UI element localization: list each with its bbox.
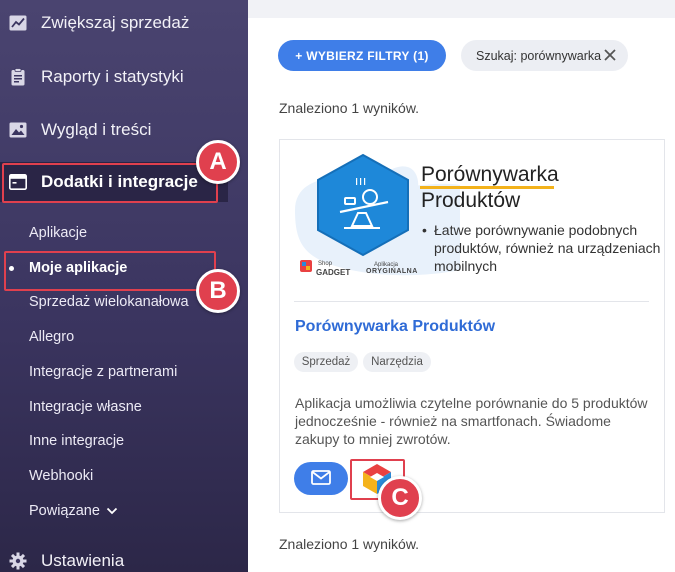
sidebar-item-label: Dodatki i integracje: [41, 172, 198, 191]
close-icon[interactable]: [604, 46, 616, 66]
active-bullet: [9, 265, 14, 271]
sidebar-item-raporty[interactable]: Raporty i statystyki: [0, 57, 248, 97]
banner-title-line1: Porównywarka: [421, 163, 559, 186]
bullet-dot: •: [422, 222, 427, 238]
results-count: Znaleziono 1 wyników.: [279, 100, 420, 116]
sidebar-subitem-webhooki[interactable]: Webhooki: [0, 461, 248, 491]
clipboard-icon: [8, 67, 28, 87]
sidebar-subitem-aplikacje[interactable]: Aplikacje: [0, 218, 248, 248]
envelope-icon: [311, 469, 331, 488]
annotation-badge-c: C: [378, 476, 422, 520]
app-description: Aplikacja umożliwia czytelne porównanie …: [295, 395, 648, 447]
gear-icon: [8, 551, 28, 571]
sidebar-item-label: Wygląd i treści: [41, 120, 152, 139]
app-title[interactable]: Porównywarka Produktów: [295, 318, 495, 336]
card-divider: [294, 301, 649, 302]
sidebar-subitem-label: Aplikacje: [29, 225, 88, 241]
sidebar-subitem-label: Integracje własne: [29, 399, 142, 415]
sidebar-subitem-integracje-partnerami[interactable]: Integracje z partnerami: [0, 357, 248, 387]
banner-bullet-text: Łatwe porównywanie podobnych produktów, …: [434, 222, 661, 274]
sidebar-subitem-powiazane[interactable]: Powiązane: [0, 496, 248, 526]
window-icon: [8, 172, 28, 192]
banner-bullet: • Łatwe porównywanie podobnych produktów…: [422, 221, 662, 275]
annotation-badge-a: A: [196, 140, 240, 184]
banner-badge: ORYGINALNA: [366, 268, 418, 275]
banner-brand-small: Shop: [318, 261, 333, 267]
tag-narzedzia: Narzędzia: [363, 352, 431, 372]
sidebar-item-label: Zwiększaj sprzedaż: [41, 13, 190, 32]
sidebar-subitem-label: Allegro: [29, 329, 75, 345]
search-chip-label: Szukaj: porównywarka: [476, 48, 602, 63]
chart-line-icon: [8, 13, 28, 33]
sidebar-subitem-label: Moje aplikacje: [29, 260, 128, 276]
sidebar-subitem-label: Inne integracje: [29, 433, 125, 449]
sidebar-subitem-allegro[interactable]: Allegro: [0, 322, 248, 352]
banner-brand: GADGET: [316, 268, 351, 277]
sidebar-subitem-label: Powiązane: [29, 503, 100, 519]
sidebar-item-label: Ustawienia: [41, 551, 125, 570]
sidebar-subitem-integracje-wlasne[interactable]: Integracje własne: [0, 392, 248, 422]
annotation-badge-b: B: [196, 269, 240, 313]
sidebar-subitem-inne-integracje[interactable]: Inne integracje: [0, 426, 248, 456]
choose-filters-button[interactable]: + WYBIERZ FILTRY (1): [278, 40, 446, 71]
chevron-down-icon: [106, 504, 118, 518]
tag-sprzedaz: Sprzedaż: [294, 352, 358, 372]
sidebar-item-label: Raporty i statystyki: [41, 67, 184, 86]
results-count-bottom: Znaleziono 1 wyników.: [279, 536, 420, 552]
sidebar-item-dodatki[interactable]: Dodatki i integracje: [0, 162, 228, 202]
sidebar-item-ustawienia[interactable]: Ustawienia: [0, 541, 248, 572]
contact-button[interactable]: [294, 462, 348, 495]
top-bar: [248, 0, 675, 18]
sidebar-subitem-label: Sprzedaż wielokanałowa: [29, 294, 189, 310]
sidebar-subitem-label: Webhooki: [29, 468, 94, 484]
sidebar-item-zwiekszaj-sprzedaz[interactable]: Zwiększaj sprzedaż: [0, 3, 248, 43]
image-icon: [8, 120, 28, 140]
search-filter-chip: Szukaj: porównywarka: [461, 40, 628, 71]
banner-title-line2: Produktów: [421, 189, 521, 212]
sidebar-subitem-label: Integracje z partnerami: [29, 364, 178, 380]
